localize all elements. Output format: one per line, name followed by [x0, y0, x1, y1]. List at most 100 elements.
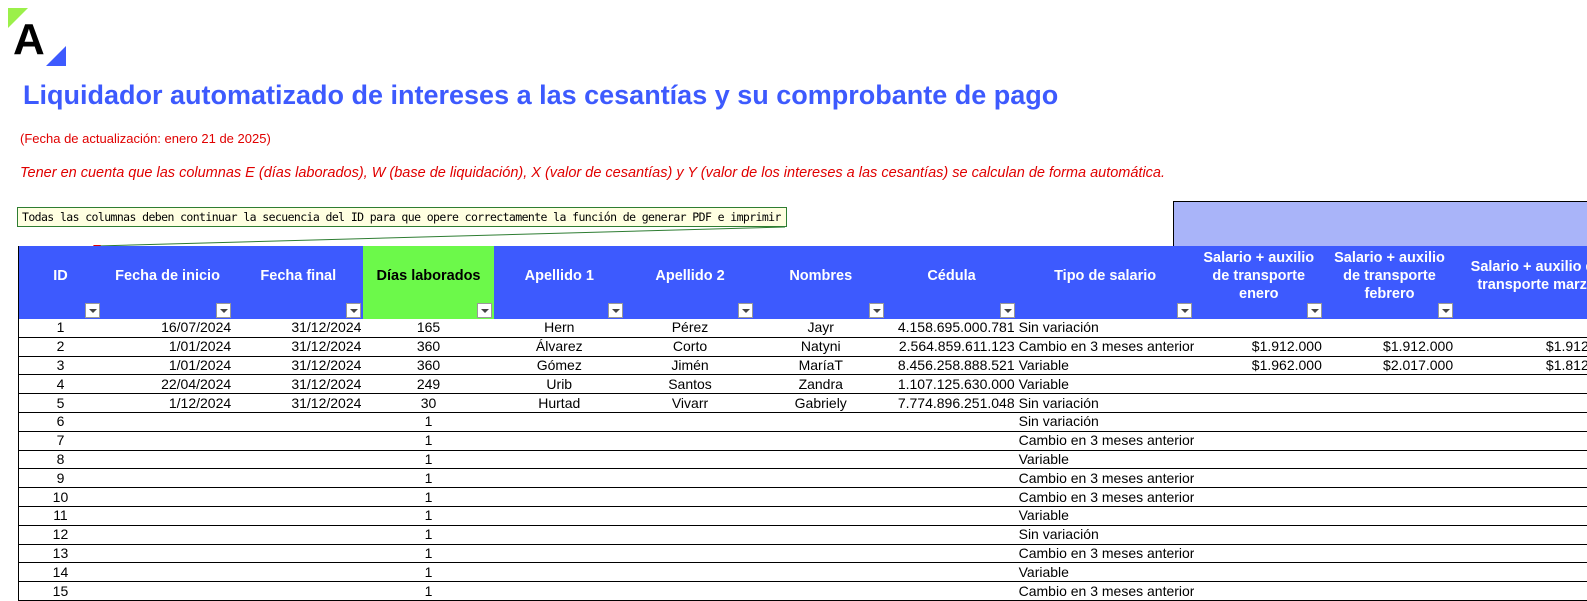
cell-nombres[interactable] [755, 431, 887, 451]
cell-salario-auxilio-de-transporte-febrero[interactable] [1323, 487, 1456, 507]
cell-cedula[interactable] [886, 581, 1017, 601]
cell-salario-auxilio-de-transporte-febrero[interactable] [1323, 374, 1456, 395]
cell-cedula[interactable] [886, 487, 1017, 507]
cell-apellido-1[interactable]: Hurtad [493, 393, 625, 413]
header-dias-laborados[interactable]: Días laborados [363, 246, 494, 319]
cell-salario-auxilio-de-transporte-marzo[interactable] [1455, 544, 1587, 564]
cell-salario-auxilio-de-transporte-marzo[interactable] [1455, 431, 1587, 451]
cell-salario-auxilio-de-transporte-marzo[interactable] [1455, 374, 1587, 395]
cell-salario-auxilio-de-transporte-febrero[interactable] [1323, 412, 1456, 432]
cell-tipo-de-salario[interactable]: Cambio en 3 meses anteriores [1016, 581, 1194, 601]
filter-dropdown-icon[interactable] [1306, 303, 1322, 318]
cell-tipo-de-salario[interactable]: Variable [1016, 374, 1194, 395]
cell-apellido-2[interactable] [624, 412, 756, 432]
cell-apellido-2[interactable]: Vivarr [624, 393, 756, 413]
cell-fecha-de-inicio[interactable] [101, 581, 234, 601]
cell-dias-laborados[interactable]: 1 [363, 412, 494, 432]
cell-fecha-de-inicio[interactable]: 1/01/2024 [101, 356, 234, 376]
cell-apellido-1[interactable] [493, 581, 625, 601]
cell-salario-auxilio-de-transporte-febrero[interactable] [1323, 319, 1456, 338]
cell-id[interactable]: 3 [17, 356, 102, 376]
cell-salario-auxilio-de-transporte-marzo[interactable] [1455, 506, 1587, 526]
cell-cedula[interactable]: 2.564.859.611.123 [886, 337, 1017, 357]
cell-apellido-1[interactable]: Gómez [493, 356, 625, 376]
filter-dropdown-icon[interactable] [869, 303, 885, 318]
cell-cedula[interactable]: 8.456.258.888.521 [886, 356, 1017, 376]
cell-apellido-1[interactable] [493, 487, 625, 507]
filter-dropdown-icon[interactable] [607, 303, 623, 318]
cell-tipo-de-salario[interactable]: Cambio en 3 meses anteriores [1016, 468, 1194, 489]
cell-apellido-1[interactable]: Hern [493, 319, 625, 338]
cell-apellido-1[interactable] [493, 544, 625, 564]
cell-dias-laborados[interactable]: 1 [363, 544, 494, 564]
header-apellido-2[interactable]: Apellido 2 [624, 246, 756, 319]
cell-nombres[interactable]: Natyni [755, 337, 887, 357]
header-nombres[interactable]: Nombres [755, 246, 887, 319]
cell-fecha-final[interactable] [233, 412, 364, 432]
cell-fecha-final[interactable]: 31/12/2024 [233, 337, 364, 357]
cell-fecha-de-inicio[interactable] [101, 431, 234, 451]
cell-fecha-final[interactable]: 31/12/2024 [233, 356, 364, 376]
cell-fecha-final[interactable] [233, 431, 364, 451]
cell-apellido-2[interactable] [624, 544, 756, 564]
cell-tipo-de-salario[interactable]: Cambio en 3 meses anteriores [1016, 487, 1194, 507]
cell-apellido-2[interactable]: Corto [624, 337, 756, 357]
cell-salario-auxilio-de-transporte-febrero[interactable] [1323, 581, 1456, 601]
cell-salario-auxilio-de-transporte-marzo[interactable] [1455, 581, 1587, 601]
cell-dias-laborados[interactable]: 165 [363, 319, 494, 338]
cell-salario-auxilio-de-transporte-febrero[interactable] [1323, 525, 1456, 545]
filter-dropdown-icon[interactable] [216, 303, 232, 318]
cell-salario-auxilio-de-transporte-enero[interactable] [1193, 374, 1324, 395]
cell-id[interactable]: 7 [17, 431, 102, 451]
cell-salario-auxilio-de-transporte-enero[interactable] [1193, 506, 1324, 526]
cell-salario-auxilio-de-transporte-marzo[interactable] [1455, 450, 1587, 470]
cell-apellido-2[interactable]: Pérez [624, 319, 756, 338]
cell-dias-laborados[interactable]: 1 [363, 450, 494, 470]
cell-fecha-final[interactable] [233, 544, 364, 564]
cell-id[interactable]: 11 [17, 506, 102, 526]
cell-nombres[interactable]: Zandra [755, 374, 887, 395]
cell-apellido-1[interactable]: Urib [493, 374, 625, 395]
cell-apellido-2[interactable]: Jimén [624, 356, 756, 376]
cell-salario-auxilio-de-transporte-febrero[interactable] [1323, 393, 1456, 413]
cell-salario-auxilio-de-transporte-marzo[interactable] [1455, 525, 1587, 545]
cell-salario-auxilio-de-transporte-enero[interactable] [1193, 468, 1324, 489]
cell-nombres[interactable]: Gabriely [755, 393, 887, 413]
cell-fecha-de-inicio[interactable]: 16/07/2024 [101, 319, 234, 338]
cell-salario-auxilio-de-transporte-marzo[interactable] [1455, 487, 1587, 507]
cell-salario-auxilio-de-transporte-enero[interactable] [1193, 525, 1324, 545]
cell-dias-laborados[interactable]: 249 [363, 374, 494, 395]
cell-dias-laborados[interactable]: 360 [363, 356, 494, 376]
cell-nombres[interactable] [755, 450, 887, 470]
header-fecha-final[interactable]: Fecha final [233, 246, 364, 319]
cell-apellido-2[interactable] [624, 487, 756, 507]
cell-tipo-de-salario[interactable]: Variable [1016, 506, 1194, 526]
cell-id[interactable]: 8 [17, 450, 102, 470]
header-cedula[interactable]: Cédula [886, 246, 1017, 319]
filter-dropdown-icon[interactable] [346, 303, 362, 318]
header-apellido-1[interactable]: Apellido 1 [493, 246, 625, 319]
cell-id[interactable]: 12 [17, 525, 102, 545]
cell-apellido-2[interactable] [624, 525, 756, 545]
cell-cedula[interactable] [886, 412, 1017, 432]
cell-apellido-2[interactable] [624, 506, 756, 526]
cell-apellido-1[interactable] [493, 431, 625, 451]
cell-cedula[interactable] [886, 562, 1017, 583]
cell-cedula[interactable]: 7.774.896.251.048 [886, 393, 1017, 413]
cell-nombres[interactable]: Jayr [755, 319, 887, 338]
cell-apellido-2[interactable] [624, 562, 756, 583]
cell-dias-laborados[interactable]: 1 [363, 581, 494, 601]
cell-dias-laborados[interactable]: 360 [363, 337, 494, 357]
cell-tipo-de-salario[interactable]: Cambio en 3 meses anteriores [1016, 431, 1194, 451]
cell-salario-auxilio-de-transporte-febrero[interactable] [1323, 506, 1456, 526]
cell-id[interactable]: 15 [17, 581, 102, 601]
cell-salario-auxilio-de-transporte-enero[interactable] [1193, 450, 1324, 470]
cell-tipo-de-salario[interactable]: Variable [1016, 450, 1194, 470]
cell-tipo-de-salario[interactable]: Cambio en 3 meses anteriores [1016, 337, 1194, 357]
cell-cedula[interactable] [886, 468, 1017, 489]
cell-fecha-final[interactable] [233, 487, 364, 507]
filter-dropdown-icon[interactable] [84, 303, 100, 318]
cell-cedula[interactable] [886, 544, 1017, 564]
cell-fecha-final[interactable] [233, 581, 364, 601]
cell-apellido-2[interactable] [624, 468, 756, 489]
